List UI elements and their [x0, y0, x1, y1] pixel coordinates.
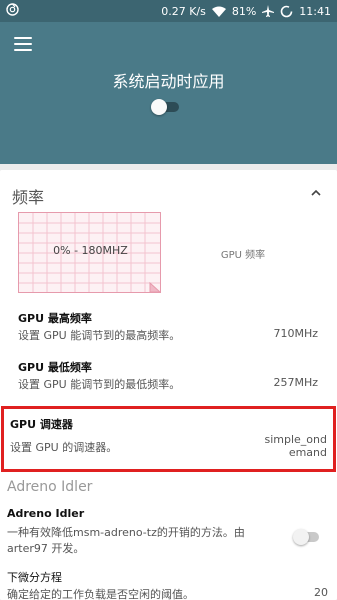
gpu-min-frequency-row[interactable]: GPU 最低频率 设置 GPU 能调节到的最低频率。 257MHz	[0, 355, 337, 401]
battery-percent: 81%	[231, 4, 257, 18]
page-title: 系统启动时应用	[112, 72, 225, 91]
differential-desc: 确定给定的工作负载是否空闲的阈值。	[7, 588, 194, 600]
network-speed: 0.27 K/s	[161, 4, 206, 18]
adreno-idler-section-title: Adreno Idler	[7, 479, 93, 495]
airplane-icon	[262, 5, 275, 17]
differential-title: 下微分方程	[7, 571, 62, 584]
graph-label: 0% - 180MHZ	[53, 244, 128, 257]
adreno-idler-row[interactable]: Adreno Idler 一种有效降低msm-adreno-tz的开销的方法。由…	[0, 506, 337, 558]
max-frequency-title: GPU 最高频率	[18, 312, 92, 325]
card-title: 频率	[12, 188, 45, 207]
adreno-idler-title: Adreno Idler	[7, 507, 85, 520]
adreno-idler-desc-line2: arter97 开发。	[7, 542, 85, 555]
gpu-max-frequency-row[interactable]: GPU 最高频率 设置 GPU 能调节到的最高频率。 710MHz	[0, 306, 337, 352]
differential-row[interactable]: 下微分方程 确定给定的工作负载是否空闲的阈值。 20	[0, 566, 337, 600]
status-bar: 0.27 K/s 81% 11:41	[0, 0, 337, 22]
clock: 11:41	[299, 4, 331, 18]
app-header: 系统启动时应用	[0, 22, 337, 164]
governor-desc: 设置 GPU 的调速器。	[10, 441, 118, 454]
governor-value: simple_ond emand	[264, 433, 328, 459]
adreno-idler-toggle[interactable]	[293, 528, 321, 546]
min-frequency-desc: 设置 GPU 能调节到的最低频率。	[18, 378, 181, 391]
adreno-idler-desc-line1: 一种有效降低msm-adreno-tz的开销的方法。由	[7, 526, 245, 539]
chevron-up-icon[interactable]	[309, 185, 323, 199]
gpu-frequency-graph: 0% - 180MHZ	[18, 212, 161, 293]
gpu-governor-row[interactable]: GPU 调速器 设置 GPU 的调速器。 simple_ond emand	[1, 406, 336, 472]
max-frequency-value: 710MHz	[273, 327, 318, 340]
menu-icon[interactable]	[14, 37, 32, 51]
battery-icon	[280, 5, 293, 18]
app-notification-icon	[6, 3, 19, 19]
differential-value: 20	[314, 586, 328, 599]
governor-title: GPU 调速器	[10, 418, 73, 431]
min-frequency-title: GPU 最低频率	[18, 361, 92, 374]
wifi-icon	[211, 6, 226, 17]
gpu-frequency-label: GPU 频率	[220, 250, 266, 261]
apply-on-boot-toggle[interactable]	[151, 99, 181, 115]
min-frequency-value: 257MHz	[273, 376, 318, 389]
max-frequency-desc: 设置 GPU 能调节到的最高频率。	[18, 329, 181, 342]
